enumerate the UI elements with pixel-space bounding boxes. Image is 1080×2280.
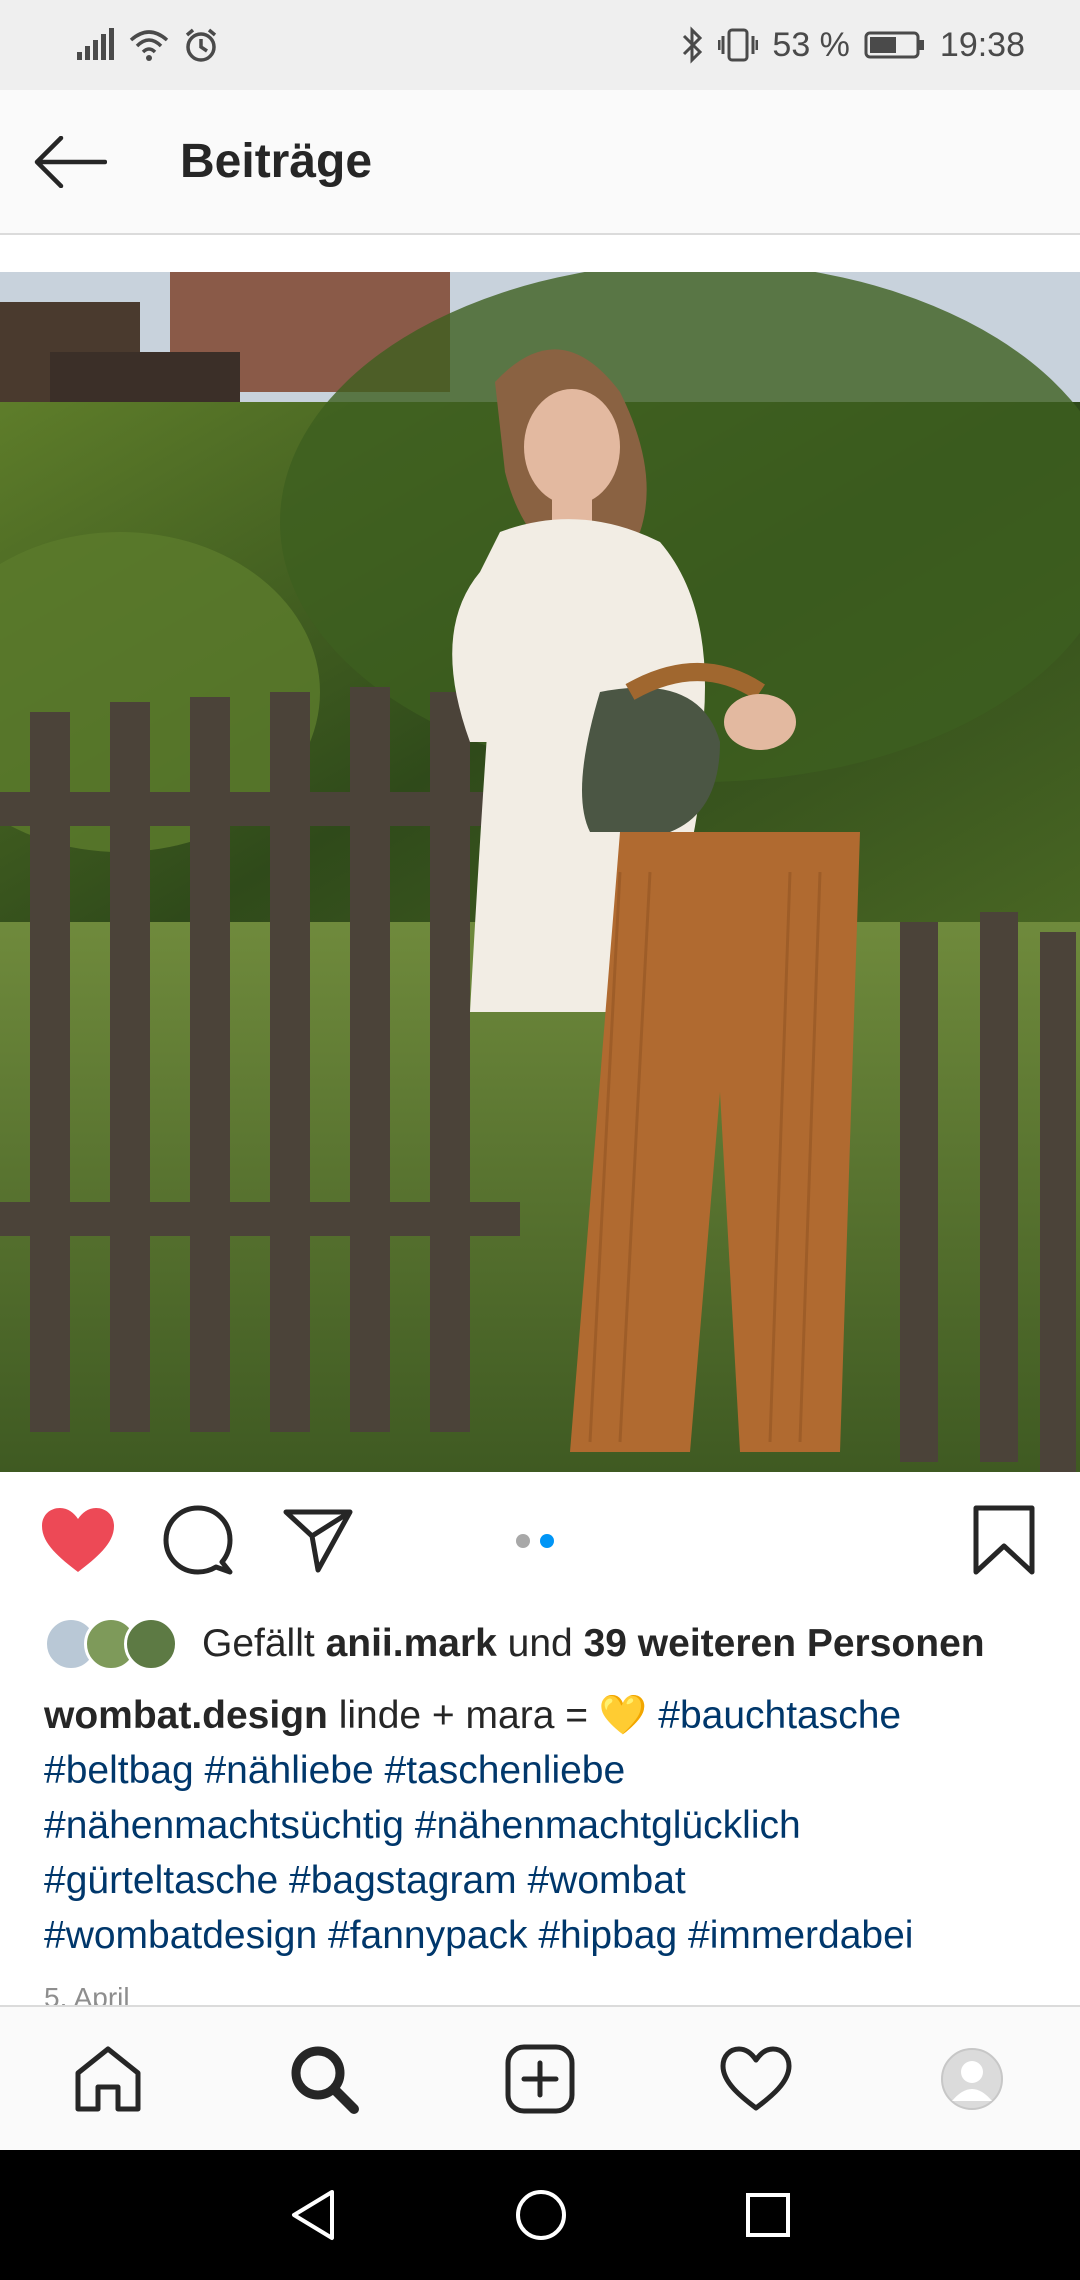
tab-search[interactable] [269,2024,379,2134]
home-icon [75,2046,141,2111]
page-title: Beiträge [180,135,373,188]
carousel-indicator [516,1534,554,1548]
hashtag[interactable]: #fannypack [328,1914,527,1957]
likes-summary[interactable]: Gefällt anii.mark und 39 weiteren Person… [44,1612,1044,1676]
status-bar: 53 % 19:38 [0,0,1080,90]
signal-icon [77,28,114,60]
tab-profile[interactable] [917,2024,1027,2134]
carousel-dot [516,1534,530,1548]
tab-new-post[interactable] [485,2024,595,2134]
clock: 19:38 [939,25,1025,64]
bottom-tab-bar [0,2005,1080,2150]
back-button[interactable] [0,89,140,234]
liker-avatars [44,1617,178,1671]
post-actions [0,1472,1080,1602]
hashtag[interactable]: #bauchtasche [658,1694,901,1737]
likes-others[interactable]: 39 weiteren Personen [584,1622,985,1666]
avatar [124,1617,178,1671]
comment-button[interactable] [158,1500,238,1580]
hashtag[interactable]: #wombatdesign [44,1914,317,1957]
vibrate-icon [718,28,759,62]
profile-avatar-icon [941,2047,1003,2110]
share-button[interactable] [278,1500,358,1580]
top-app-bar: Beiträge [0,90,1080,235]
nav-back-icon[interactable] [288,2188,338,2242]
tab-activity[interactable] [701,2024,811,2134]
caption-text: linde + mara = 💛 [327,1694,659,1737]
save-button[interactable] [964,1500,1044,1580]
hashtag[interactable]: #immerdabei [688,1914,913,1957]
status-right: 53 % 19:38 [680,26,1025,65]
bluetooth-icon [683,26,703,64]
post-caption: wombat.design linde + mara = 💛 #bauchtas… [44,1688,1044,1963]
caption-username[interactable]: wombat.design [44,1694,328,1737]
comment-icon [163,1505,233,1575]
likes-middle: und [496,1622,584,1665]
hashtag[interactable]: #nähenmachtsüchtig [44,1804,404,1847]
add-post-icon [505,2044,575,2113]
hashtag[interactable]: #wombat [527,1859,685,1902]
hashtag[interactable]: #nähenmachtglücklich [415,1804,801,1847]
hashtag[interactable]: #beltbag [44,1749,194,1792]
hashtag[interactable]: #nähliebe [204,1749,373,1792]
back-arrow-icon [34,135,107,188]
tab-home[interactable] [53,2024,163,2134]
like-button[interactable] [38,1500,118,1580]
hashtag[interactable]: #gürteltasche [44,1859,278,1902]
nav-recents-icon[interactable] [744,2191,792,2239]
post-image [0,272,1080,1472]
battery-icon [864,31,924,59]
hashtag[interactable]: #hipbag [538,1914,677,1957]
wifi-icon [129,30,169,61]
liker-username[interactable]: anii.mark [326,1622,497,1666]
heart-filled-icon [42,1508,114,1572]
bookmark-icon [973,1505,1035,1575]
activity-heart-icon [720,2046,792,2110]
hashtag[interactable]: #taschenliebe [385,1749,626,1792]
hashtag[interactable]: #bagstagram [289,1859,517,1902]
carousel-dot-active [540,1534,554,1548]
alarm-icon [185,28,217,62]
nav-home-icon[interactable] [514,2188,568,2242]
post-photo[interactable] [0,272,1080,1472]
share-icon [283,1509,353,1573]
system-navigation-bar [0,2150,1080,2280]
search-icon [291,2046,359,2114]
battery-percent: 53 % [772,25,850,64]
status-left [75,27,219,63]
likes-prefix: Gefällt [202,1622,326,1665]
